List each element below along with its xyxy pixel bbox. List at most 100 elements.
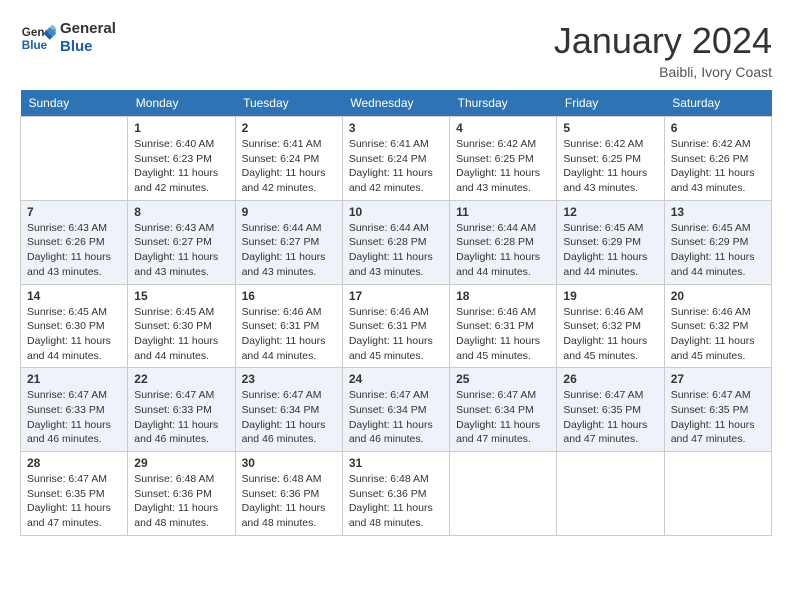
sunset-text: Sunset: 6:30 PM [134, 319, 228, 334]
day-number: 14 [27, 289, 121, 303]
weekday-header: Sunday [21, 90, 128, 117]
calendar-week: 14Sunrise: 6:45 AMSunset: 6:30 PMDayligh… [21, 284, 772, 368]
daylight-text: Daylight: 11 hoursand 43 minutes. [134, 250, 228, 279]
day-info: Sunrise: 6:47 AMSunset: 6:34 PMDaylight:… [456, 388, 550, 447]
sunset-text: Sunset: 6:35 PM [563, 403, 657, 418]
logo-line2: Blue [60, 38, 116, 56]
logo: General Blue General Blue [20, 20, 116, 56]
calendar-cell [664, 452, 771, 536]
daylight-text: Daylight: 11 hoursand 43 minutes. [456, 166, 550, 195]
calendar-cell: 27Sunrise: 6:47 AMSunset: 6:35 PMDayligh… [664, 368, 771, 452]
calendar-week: 7Sunrise: 6:43 AMSunset: 6:26 PMDaylight… [21, 200, 772, 284]
weekday-header: Saturday [664, 90, 771, 117]
day-info: Sunrise: 6:45 AMSunset: 6:29 PMDaylight:… [563, 221, 657, 280]
daylight-text: Daylight: 11 hoursand 48 minutes. [134, 501, 228, 530]
sunrise-text: Sunrise: 6:46 AM [242, 305, 336, 320]
sunset-text: Sunset: 6:23 PM [134, 152, 228, 167]
calendar-cell: 21 Sunrise: 6:47 AMSunset: 6:33 PMDayligh… [21, 368, 128, 452]
day-info: Sunrise: 6:44 AMSunset: 6:27 PMDaylight:… [242, 221, 336, 280]
sunset-text: Sunset: 6:33 PM [134, 403, 228, 418]
calendar-cell: 19Sunrise: 6:46 AMSunset: 6:32 PMDayligh… [557, 284, 664, 368]
sunset-text: Sunset: 6:34 PM [242, 403, 336, 418]
sunrise-text: Sunrise: 6:47 AM [456, 388, 550, 403]
weekday-header: Monday [128, 90, 235, 117]
daylight-text: Daylight: 11 hoursand 43 minutes. [349, 250, 443, 279]
calendar-week: 28Sunrise: 6:47 AMSunset: 6:35 PMDayligh… [21, 452, 772, 536]
sunrise-text: Sunrise: 6:47 AM [27, 472, 121, 487]
sunset-text: Sunset: 6:28 PM [456, 235, 550, 250]
sunrise-text: Sunrise: 6:40 AM [134, 137, 228, 152]
sunset-text: Sunset: 6:30 PM [27, 319, 121, 334]
calendar-cell: 13Sunrise: 6:45 AMSunset: 6:29 PMDayligh… [664, 200, 771, 284]
calendar-week: 1Sunrise: 6:40 AMSunset: 6:23 PMDaylight… [21, 117, 772, 201]
daylight-text: Daylight: 11 hoursand 47 minutes. [563, 418, 657, 447]
day-number: 30 [242, 456, 336, 470]
sunset-text: Sunset: 6:26 PM [27, 235, 121, 250]
daylight-text: Daylight: 11 hoursand 46 minutes. [349, 418, 443, 447]
sunset-text: Sunset: 6:35 PM [671, 403, 765, 418]
day-info: Sunrise: 6:47 AMSunset: 6:33 PMDaylight:… [134, 388, 228, 447]
calendar-cell: 4Sunrise: 6:42 AMSunset: 6:25 PMDaylight… [450, 117, 557, 201]
sunrise-text: Sunrise: 6:47 AM [563, 388, 657, 403]
day-info: Sunrise: 6:44 AMSunset: 6:28 PMDaylight:… [456, 221, 550, 280]
calendar-cell: 31 Sunrise: 6:48 AMSunset: 6:36 PMDayligh… [342, 452, 449, 536]
daylight-text: Daylight: 11 hoursand 46 minutes. [242, 418, 336, 447]
day-number: 13 [671, 205, 765, 219]
title-block: January 2024 Baibli, Ivory Coast [554, 20, 772, 80]
day-info: Sunrise: 6:42 AMSunset: 6:25 PMDaylight:… [456, 137, 550, 196]
day-number: 27 [671, 372, 765, 386]
sunset-text: Sunset: 6:27 PM [134, 235, 228, 250]
calendar-cell: 20Sunrise: 6:46 AMSunset: 6:32 PMDayligh… [664, 284, 771, 368]
location: Baibli, Ivory Coast [554, 64, 772, 80]
calendar-cell: 30Sunrise: 6:48 AMSunset: 6:36 PMDayligh… [235, 452, 342, 536]
day-info: Sunrise: 6:47 AMSunset: 6:35 PMDaylight:… [563, 388, 657, 447]
day-number: 29 [134, 456, 228, 470]
sunset-text: Sunset: 6:26 PM [671, 152, 765, 167]
day-number: 22 [134, 372, 228, 386]
calendar-cell: 2Sunrise: 6:41 AMSunset: 6:24 PMDaylight… [235, 117, 342, 201]
daylight-text: Daylight: 11 hoursand 46 minutes. [27, 418, 121, 447]
sunrise-text: Sunrise: 6:45 AM [563, 221, 657, 236]
daylight-text: Daylight: 11 hoursand 44 minutes. [27, 334, 121, 363]
daylight-text: Daylight: 11 hoursand 43 minutes. [671, 166, 765, 195]
sunset-text: Sunset: 6:31 PM [456, 319, 550, 334]
sunrise-text: Sunrise: 6:41 AM [242, 137, 336, 152]
sunset-text: Sunset: 6:32 PM [563, 319, 657, 334]
daylight-text: Daylight: 11 hoursand 45 minutes. [671, 334, 765, 363]
day-number: 3 [349, 121, 443, 135]
day-number: 31 [349, 456, 443, 470]
sunset-text: Sunset: 6:33 PM [27, 403, 121, 418]
daylight-text: Daylight: 11 hoursand 47 minutes. [671, 418, 765, 447]
sunrise-text: Sunrise: 6:42 AM [456, 137, 550, 152]
day-info: Sunrise: 6:48 AMSunset: 6:36 PMDaylight:… [349, 472, 443, 531]
calendar-cell: 18Sunrise: 6:46 AMSunset: 6:31 PMDayligh… [450, 284, 557, 368]
weekday-header: Wednesday [342, 90, 449, 117]
sunset-text: Sunset: 6:25 PM [563, 152, 657, 167]
calendar-cell: 9Sunrise: 6:44 AMSunset: 6:27 PMDaylight… [235, 200, 342, 284]
day-info: Sunrise: 6:47 AMSunset: 6:34 PMDaylight:… [242, 388, 336, 447]
calendar-cell [450, 452, 557, 536]
day-info: Sunrise: 6:42 AMSunset: 6:26 PMDaylight:… [671, 137, 765, 196]
day-number: 6 [671, 121, 765, 135]
sunset-text: Sunset: 6:32 PM [671, 319, 765, 334]
day-info: Sunrise: 6:48 AMSunset: 6:36 PMDaylight:… [134, 472, 228, 531]
sunrise-text: Sunrise: 6:48 AM [349, 472, 443, 487]
daylight-text: Daylight: 11 hoursand 43 minutes. [242, 250, 336, 279]
day-info: Sunrise: 6:46 AMSunset: 6:32 PMDaylight:… [563, 305, 657, 364]
sunrise-text: Sunrise: 6:41 AM [349, 137, 443, 152]
calendar-cell: 26Sunrise: 6:47 AMSunset: 6:35 PMDayligh… [557, 368, 664, 452]
weekday-header: Friday [557, 90, 664, 117]
sunrise-text: Sunrise: 6:46 AM [456, 305, 550, 320]
sunrise-text: Sunrise: 6:47 AM [27, 388, 121, 403]
logo-line1: General [60, 20, 116, 38]
sunrise-text: Sunrise: 6:47 AM [134, 388, 228, 403]
sunset-text: Sunset: 6:31 PM [349, 319, 443, 334]
calendar-cell: 1Sunrise: 6:40 AMSunset: 6:23 PMDaylight… [128, 117, 235, 201]
sunrise-text: Sunrise: 6:45 AM [134, 305, 228, 320]
calendar-cell: 7Sunrise: 6:43 AMSunset: 6:26 PMDaylight… [21, 200, 128, 284]
sunrise-text: Sunrise: 6:44 AM [456, 221, 550, 236]
day-number: 18 [456, 289, 550, 303]
calendar-cell: 16Sunrise: 6:46 AMSunset: 6:31 PMDayligh… [235, 284, 342, 368]
sunset-text: Sunset: 6:35 PM [27, 487, 121, 502]
day-number: 21 [27, 372, 121, 386]
